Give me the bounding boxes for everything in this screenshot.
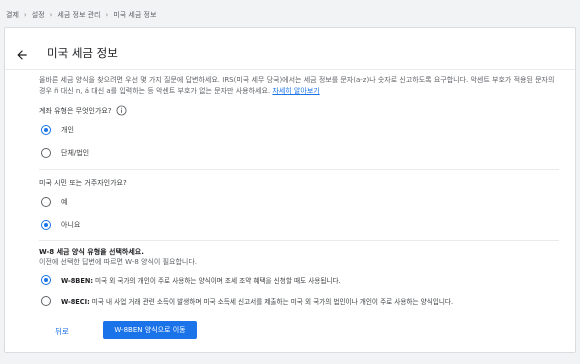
section-divider (39, 169, 559, 170)
w8-heading: W-8 세금 양식 유형을 선택하세요. (39, 248, 144, 256)
w8ben-description: 미국 외 국가의 개인이 주로 사용하는 양식이며 조세 조약 혜택을 신청할 … (95, 277, 341, 285)
tax-form-card: 미국 세금 정보 올바른 세금 양식을 찾으려면 우선 몇 가지 질문에 답변하… (4, 27, 576, 353)
page-title: 미국 세금 정보 (47, 46, 118, 60)
radio-label: 아니요 (61, 221, 81, 229)
continue-button[interactable]: W-8BEN 양식으로 이동 (103, 321, 197, 339)
w8ben-text: W-8BEN: 미국 외 국가의 개인이 주로 사용하는 양식이며 조세 조약 혜… (61, 275, 341, 285)
us-person-question: 미국 시민 또는 거주자인가요? (39, 178, 127, 188)
breadcrumb-separator: › (23, 11, 27, 19)
w8-subheading: 이전에 선택한 답변에 따르면 W-8 양식이 필요합니다. (39, 258, 197, 266)
breadcrumb-item-tax-info[interactable]: 세금 정보 관리 (57, 10, 100, 20)
section-divider (39, 240, 559, 241)
radio-button-selected[interactable] (41, 125, 51, 135)
radio-button[interactable] (41, 148, 51, 158)
learn-more-link[interactable]: 자세히 알아보기 (272, 87, 319, 95)
radio-button-selected[interactable] (41, 220, 51, 230)
radio-label: 단체/법인 (61, 149, 90, 157)
w8eci-code: W-8ECI: (61, 298, 90, 306)
radio-button[interactable] (41, 296, 51, 306)
breadcrumb-item-current: 미국 세금 정보 (113, 11, 157, 19)
account-type-question: 계좌 유형은 무엇인가요? (39, 105, 127, 116)
breadcrumb-separator: › (105, 11, 109, 19)
radio-individual[interactable]: 개인 (41, 125, 74, 135)
us-person-label: 미국 시민 또는 거주자인가요? (39, 179, 127, 187)
w8ben-code: W-8BEN: (61, 277, 93, 285)
radio-w8ben[interactable]: W-8BEN: 미국 외 국가의 개인이 주로 사용하는 양식이며 조세 조약 혜… (41, 275, 341, 285)
breadcrumb-item-billing[interactable]: 결제 (6, 10, 19, 20)
radio-w8eci[interactable]: W-8ECI: 미국 내 사업 거래 관련 소득이 발생하며 미국 소득세 신고서… (41, 296, 453, 306)
back-button[interactable]: 뒤로 (55, 326, 69, 337)
breadcrumb: 결제 › 설정 › 세금 정보 관리 › 미국 세금 정보 (6, 10, 156, 20)
radio-button-selected[interactable] (41, 275, 51, 285)
radio-no[interactable]: 아니요 (41, 220, 80, 230)
back-arrow-icon[interactable] (15, 48, 29, 62)
intro-text: 올바른 세금 양식을 찾으려면 우선 몇 가지 질문에 답변하세요. IRS(미… (39, 75, 559, 97)
header-divider (5, 69, 575, 70)
w8eci-description: 미국 내 사업 거래 관련 소득이 발생하며 미국 소득세 신고서를 제출하는 … (91, 298, 454, 306)
radio-button[interactable] (41, 197, 51, 207)
radio-yes[interactable]: 예 (41, 197, 67, 207)
breadcrumb-item-settings[interactable]: 설정 (32, 10, 45, 20)
radio-label: 예 (61, 198, 68, 206)
info-icon[interactable] (116, 105, 127, 116)
breadcrumb-separator: › (49, 11, 53, 19)
account-type-label: 계좌 유형은 무엇인가요? (39, 106, 112, 115)
radio-label: 개인 (61, 126, 74, 134)
radio-entity[interactable]: 단체/법인 (41, 148, 89, 158)
w8eci-text: W-8ECI: 미국 내 사업 거래 관련 소득이 발생하며 미국 소득세 신고서… (61, 296, 453, 306)
